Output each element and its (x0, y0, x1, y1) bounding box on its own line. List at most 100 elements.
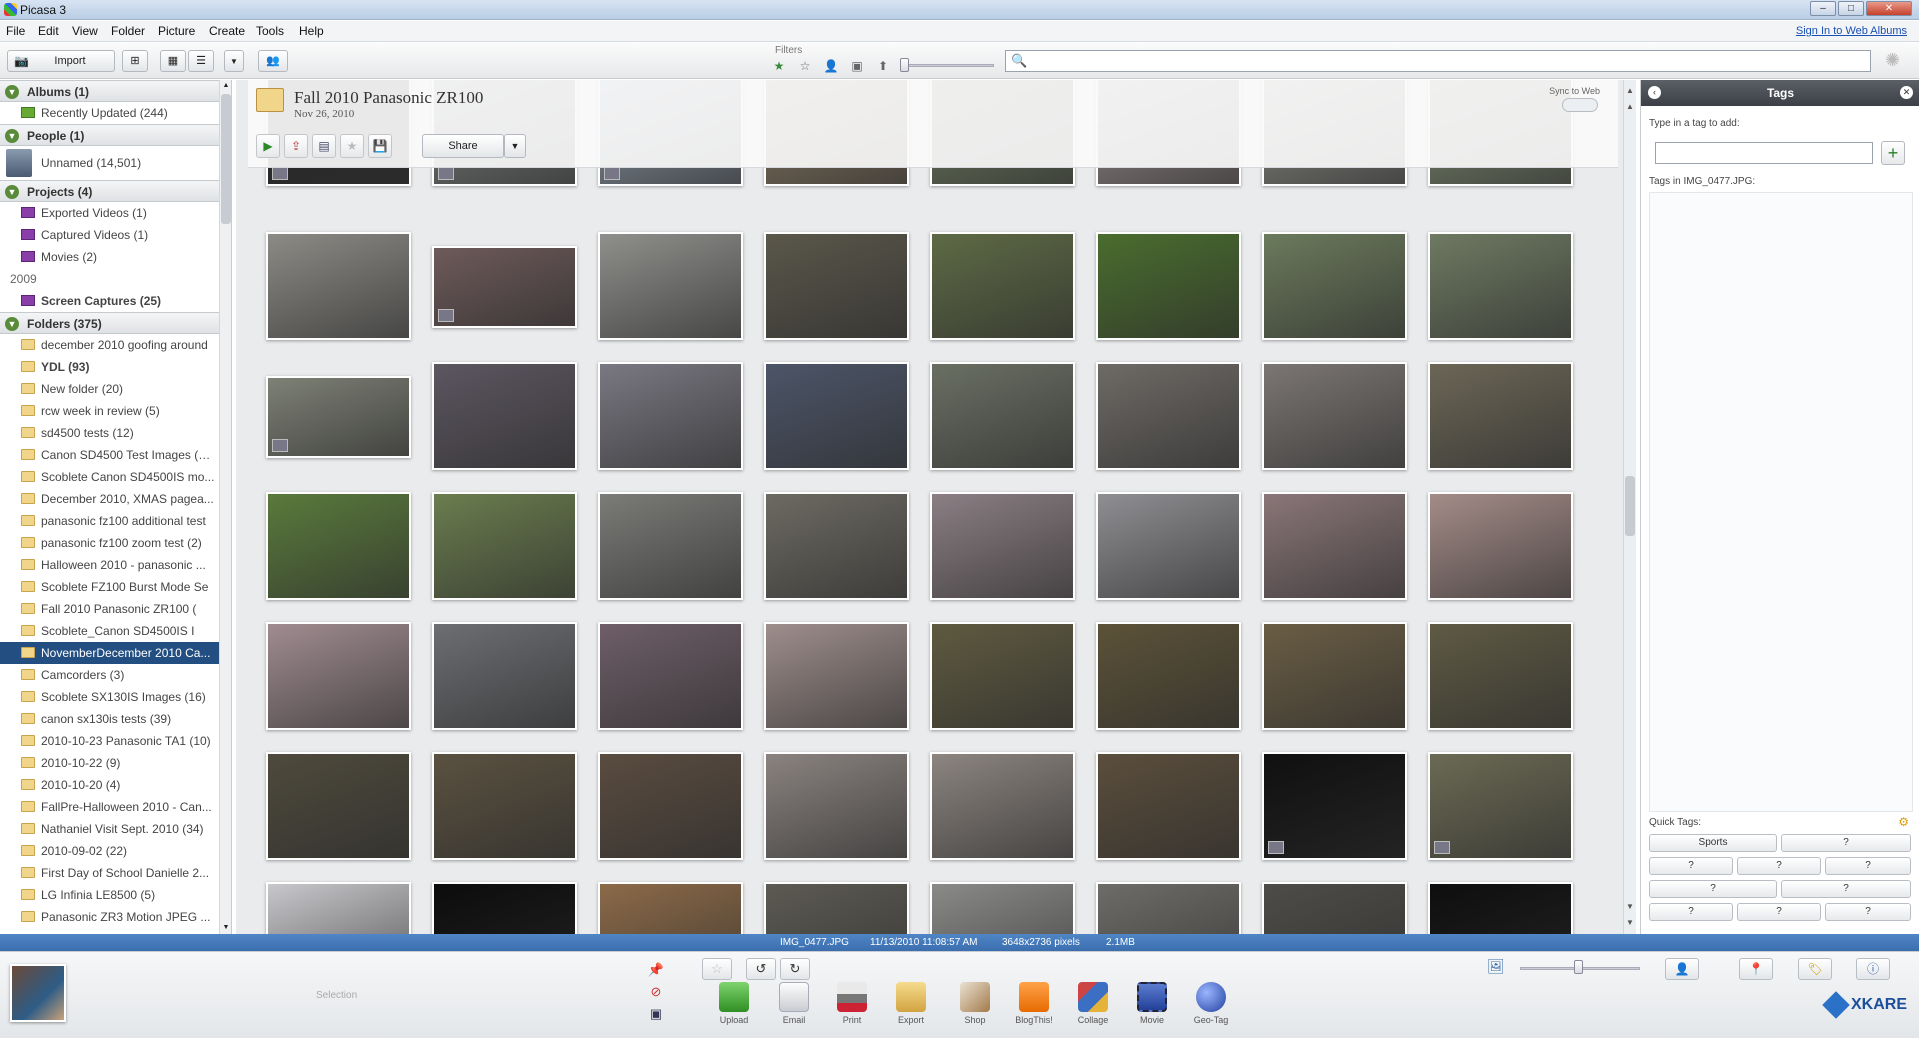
menu-tools[interactable]: Tools (256, 24, 284, 38)
view-options-dropdown[interactable]: ▼ (224, 50, 244, 72)
photo-thumbnail[interactable] (432, 362, 577, 470)
date-filter-slider[interactable] (902, 64, 994, 67)
sidebar-scrollbar[interactable]: ▲ ▼ (219, 80, 231, 934)
tag-input[interactable] (1655, 142, 1873, 164)
photo-thumbnail[interactable] (764, 882, 909, 934)
list-view-button[interactable]: ☰ (188, 50, 214, 72)
photo-thumbnail[interactable] (266, 622, 411, 730)
sidebar-item-sd4500-tests-12[interactable]: sd4500 tests (12) (0, 422, 219, 444)
quick-tag-button[interactable]: ? (1649, 903, 1733, 921)
sidebar-item-ydl-93[interactable]: YDL (93) (0, 356, 219, 378)
photo-thumbnail[interactable] (598, 622, 743, 730)
collapse-triangle-icon[interactable]: ▼ (5, 317, 19, 331)
collage-action[interactable]: Collage (1067, 982, 1119, 1025)
photo-thumbnail[interactable] (432, 882, 577, 934)
photo-thumbnail[interactable] (1428, 882, 1573, 934)
photo-thumbnail[interactable] (1096, 362, 1241, 470)
star-selection-button[interactable]: ☆ (702, 958, 732, 980)
sidebar-item-nathaniel-visit-sept-2010-34[interactable]: Nathaniel Visit Sept. 2010 (34) (0, 818, 219, 840)
search-box[interactable]: 🔍 (1005, 50, 1871, 72)
sidebar-item-novemberdecember-2010-ca[interactable]: NovemberDecember 2010 Ca... (0, 642, 219, 664)
scroll-up-arrow-icon[interactable]: ▲ (1624, 84, 1636, 98)
menu-edit[interactable]: Edit (38, 24, 59, 38)
geotag-filter-icon[interactable]: ⬆ (874, 58, 892, 74)
save-button[interactable]: 💾 (368, 134, 392, 158)
print-action[interactable]: Print (826, 982, 878, 1025)
sidebar-item-rcw-week-in-review-5[interactable]: rcw week in review (5) (0, 400, 219, 422)
photo-thumbnail[interactable] (930, 232, 1075, 340)
photo-thumbnail[interactable] (1428, 232, 1573, 340)
collage-button[interactable]: ▤ (312, 134, 336, 158)
photo-thumbnail[interactable] (598, 752, 743, 860)
menu-folder[interactable]: Folder (111, 24, 145, 38)
sidebar-item-unnamed-14-501[interactable]: Unnamed (14,501) (0, 146, 219, 180)
face-filter-icon[interactable]: 👤 (822, 58, 840, 74)
photo-thumbnail[interactable] (266, 882, 411, 934)
photo-thumbnail[interactable] (1428, 622, 1573, 730)
export-action[interactable]: Export (885, 982, 937, 1025)
sidebar-item-first-day-of-school-danielle-2[interactable]: First Day of School Danielle 2... (0, 862, 219, 884)
photo-thumbnail[interactable] (1428, 752, 1573, 860)
photo-thumbnail[interactable] (432, 622, 577, 730)
scroll-page-down-icon[interactable]: ▼ (1624, 900, 1636, 914)
sidebar-item-scoblete-fz100-burst-mode-se[interactable]: Scoblete FZ100 Burst Mode Se (0, 576, 219, 598)
video-filter-icon[interactable]: ☆ (796, 58, 814, 74)
clear-selection-icon[interactable]: ⊘ (646, 982, 666, 1002)
geotag-action[interactable]: Geo-Tag (1185, 982, 1237, 1025)
close-window-button[interactable]: ✕ (1866, 1, 1912, 16)
sidebar-item-halloween-2010-panasonic[interactable]: Halloween 2010 - panasonic ... (0, 554, 219, 576)
upload-button[interactable]: ⇪ (284, 134, 308, 158)
menu-view[interactable]: View (72, 24, 98, 38)
photo-thumbnail[interactable] (598, 362, 743, 470)
rotate-left-button[interactable]: ↺ (746, 958, 776, 980)
quick-tag-button[interactable]: ? (1825, 857, 1911, 875)
photo-thumbnail[interactable] (1096, 622, 1241, 730)
section-header-albums-1[interactable]: ▼ Albums (1) (0, 80, 219, 102)
photo-thumbnail[interactable] (930, 752, 1075, 860)
photo-thumbnail[interactable] (1262, 362, 1407, 470)
hold-pin-icon[interactable]: 📌 (646, 960, 666, 980)
photo-thumbnail[interactable] (1096, 232, 1241, 340)
starred-filter-icon[interactable]: ★ (770, 58, 788, 74)
menu-file[interactable]: File (6, 24, 25, 38)
photo-thumbnail[interactable] (1262, 752, 1407, 860)
collapse-triangle-icon[interactable]: ▼ (5, 185, 19, 199)
sidebar-item-fall-2010-panasonic-zr100[interactable]: Fall 2010 Panasonic ZR100 ( (0, 598, 219, 620)
menu-picture[interactable]: Picture (158, 24, 195, 38)
photo-thumbnail[interactable] (764, 622, 909, 730)
play-slideshow-button[interactable]: ▶ (256, 134, 280, 158)
quick-tag-button[interactable]: ? (1649, 880, 1777, 898)
photo-thumbnail[interactable] (764, 232, 909, 340)
sidebar-item-2010-10-23-panasonic-ta1-10[interactable]: 2010-10-23 Panasonic TA1 (10) (0, 730, 219, 752)
quick-tag-button[interactable]: ? (1781, 834, 1911, 852)
quick-tag-button[interactable]: Sports (1649, 834, 1777, 852)
date-filter-knob[interactable] (900, 58, 909, 72)
sidebar-item-screen-captures-25[interactable]: Screen Captures (25) (0, 290, 219, 312)
photo-thumbnail[interactable] (266, 752, 411, 860)
photo-thumbnail[interactable] (764, 362, 909, 470)
sidebar-item-panasonic-fz100-zoom-test-2[interactable]: panasonic fz100 zoom test (2) (0, 532, 219, 554)
photo-thumbnail[interactable] (764, 752, 909, 860)
places-pane-button[interactable]: 📍 (1739, 958, 1773, 980)
people-pane-button[interactable]: 👤 (1665, 958, 1699, 980)
photo-thumbnail[interactable] (930, 492, 1075, 600)
upload-action[interactable]: Upload (708, 982, 760, 1025)
rotate-right-button[interactable]: ↻ (780, 958, 810, 980)
scrollbar-thumb[interactable] (221, 94, 231, 224)
quick-tag-button[interactable]: ? (1781, 880, 1911, 898)
section-header-people-1[interactable]: ▼ People (1) (0, 124, 219, 146)
photo-thumbnail[interactable] (266, 376, 411, 458)
add-to-album-icon[interactable]: ▣ (646, 1004, 666, 1024)
photo-thumbnail[interactable] (598, 882, 743, 934)
quick-tag-button[interactable]: ? (1825, 903, 1911, 921)
share-button[interactable]: Share (422, 134, 504, 158)
photo-thumbnail[interactable] (598, 232, 743, 340)
photo-thumbnail[interactable] (266, 232, 411, 340)
photo-thumbnail[interactable] (1428, 492, 1573, 600)
scroll-down-arrow-icon[interactable]: ▼ (220, 922, 231, 934)
photo-thumbnail[interactable] (1262, 882, 1407, 934)
people-view-button[interactable]: 👥 (258, 50, 288, 72)
sidebar-item-canon-sx130is-tests-39[interactable]: canon sx130is tests (39) (0, 708, 219, 730)
photo-thumbnail[interactable] (1096, 492, 1241, 600)
menu-create[interactable]: Create (209, 24, 245, 38)
